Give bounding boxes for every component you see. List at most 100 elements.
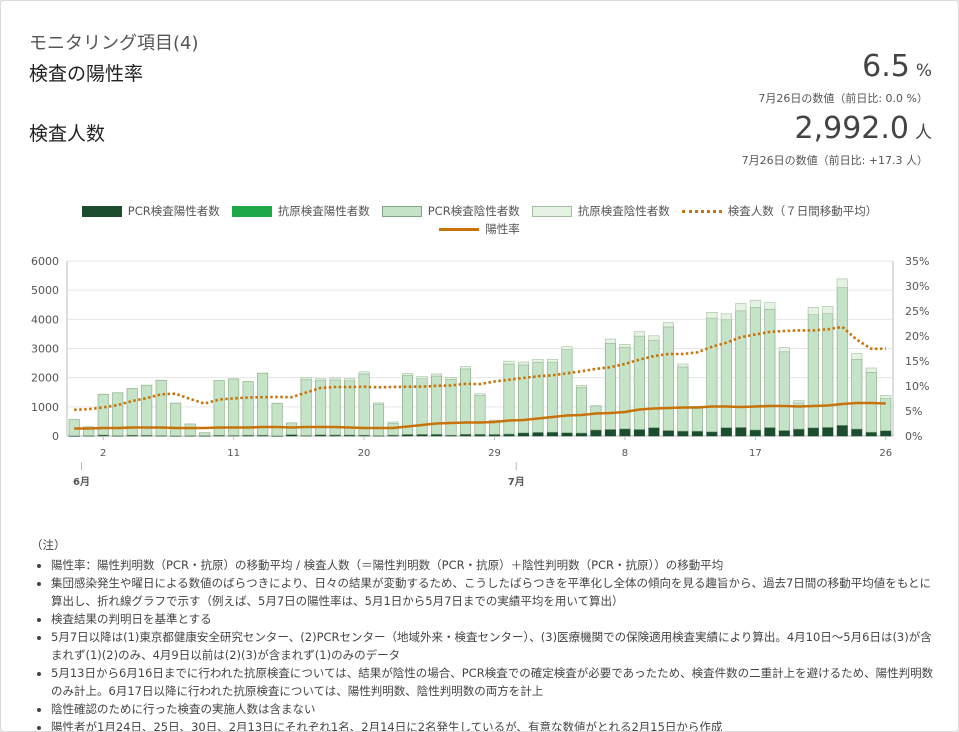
legend-label: PCR検査陽性者数 <box>127 204 220 218</box>
x-tick-label: 26 <box>879 448 892 459</box>
bar-pcr-positive <box>764 427 776 437</box>
x-tick-label: 17 <box>749 448 762 459</box>
bar-antigen-negative <box>532 359 544 363</box>
bar-antigen-negative <box>503 360 515 365</box>
legend-item-pcr-positive[interactable]: PCR検査陽性者数 <box>81 203 220 219</box>
bar-antigen-negative <box>373 402 385 405</box>
y-left-tick-label: 6000 <box>31 255 59 268</box>
bar-antigen-negative <box>764 302 776 310</box>
legend-item-antigen-negative[interactable]: 抗原検査陰性者数 <box>531 203 670 219</box>
bar-pcr-positive <box>633 429 645 437</box>
bar-pcr-negative <box>474 395 486 435</box>
bar-antigen-negative <box>822 306 834 314</box>
y-right-tick-label: 30% <box>905 280 929 293</box>
y-left-tick-label: 4000 <box>31 313 59 326</box>
note-item: 検査結果の判明日を基準とする <box>51 610 936 628</box>
bar-antigen-negative <box>431 373 443 377</box>
bar-pcr-positive <box>880 430 892 437</box>
bar-pcr-negative <box>199 432 211 436</box>
bar-pcr-positive <box>749 429 761 437</box>
x-tick-label: 8 <box>622 448 628 459</box>
legend-label: 陽性率 <box>485 222 520 236</box>
note-item: 5月7日以降は(1)東京都健康安全研究センター、(2)PCRセンター（地域外来・… <box>51 628 936 664</box>
y-left-tick-label: 2000 <box>31 372 59 385</box>
bar-pcr-negative <box>532 362 544 433</box>
y-left-tick-label: 0 <box>52 430 59 443</box>
pcr-positive-swatch <box>81 205 122 217</box>
bar-antigen-negative <box>604 338 616 344</box>
bar-pcr-positive <box>619 428 631 437</box>
bar-pcr-positive <box>604 429 616 437</box>
bar-antigen-negative <box>778 347 790 353</box>
y-right-tick-label: 20% <box>905 330 929 343</box>
bar-antigen-negative <box>315 378 327 381</box>
dotted-line-swatch <box>681 209 722 213</box>
note-item: 5月13日から6月16日までに行われた抗原検査については、結果が陰性の場合、PC… <box>51 664 936 700</box>
bar-pcr-positive <box>590 429 602 437</box>
bar-pcr-negative <box>851 359 863 430</box>
legend-label: 抗原検査陰性者数 <box>577 204 670 218</box>
positive-rate-number: 6.5 <box>862 49 910 84</box>
bar-pcr-negative <box>170 402 182 437</box>
bar-pcr-negative <box>503 363 515 435</box>
bar-antigen-negative <box>590 405 602 407</box>
bar-pcr-positive <box>575 432 587 437</box>
bar-pcr-positive <box>793 428 805 437</box>
bar-pcr-positive <box>648 427 660 437</box>
bar-antigen-negative <box>546 358 558 363</box>
legend-label: 検査人数（７日間移動平均） <box>727 204 878 218</box>
tests-number: 2,992.0 <box>794 111 909 146</box>
x-tick-label: 29 <box>488 448 501 459</box>
bar-pcr-negative <box>648 339 660 428</box>
x-tick-label: 11 <box>227 448 240 459</box>
positive-rate-chart: 0 1000 2000 3000 4000 5000 6000 0% 5% 10% 15% 20% 25… <box>31 255 929 488</box>
tests-title: 検査人数 <box>29 123 106 145</box>
tests-value: 2,992.0 人 <box>794 111 932 146</box>
bar-pcr-negative <box>271 402 283 437</box>
legend-item-pcr-negative[interactable]: PCR検査陰性者数 <box>381 203 520 219</box>
bar-antigen-negative <box>865 367 877 373</box>
bar-pcr-negative <box>546 361 558 433</box>
bar-antigen-negative <box>793 400 805 404</box>
legend-label: 抗原検査陽性者数 <box>277 204 370 218</box>
bar-antigen-negative <box>749 299 761 308</box>
y-left-tick-label: 3000 <box>31 343 59 356</box>
chart-legend: PCR検査陽性者数 抗原検査陽性者数 PCR検査陰性者数 抗原検査陰性者数 検査… <box>1 202 958 238</box>
bar-pcr-negative <box>575 386 587 434</box>
note-item: 陰性確認のために行った検査の実施人数は含まない <box>51 700 936 718</box>
legend-item-test-average[interactable]: 検査人数（７日間移動平均） <box>681 203 878 219</box>
bar-antigen-negative <box>720 313 732 321</box>
bar-pcr-positive <box>865 431 877 437</box>
positive-rate-title: 検査の陽性率 <box>29 63 144 85</box>
bar-pcr-positive <box>517 432 529 437</box>
bar-pcr-negative <box>764 309 776 428</box>
tests-note: 7月26日の数値（前日比: +17.3 人） <box>741 154 928 167</box>
solid-line-swatch <box>439 227 480 231</box>
legend-item-positive-rate[interactable]: 陽性率 <box>439 221 520 237</box>
legend-item-antigen-positive[interactable]: 抗原検査陽性者数 <box>231 203 370 219</box>
y-right-tick-label: 10% <box>905 380 929 393</box>
bar-antigen-negative <box>851 353 863 360</box>
notes-title: （注） <box>31 538 66 552</box>
notes-section: （注） 陽性率：陽性判明数（PCR・抗原）の移動平均 / 検査人数（＝陽性判明数… <box>31 536 936 731</box>
y-right-tick-label: 25% <box>905 305 929 318</box>
bar-pcr-positive <box>735 427 747 437</box>
bar-pcr-negative <box>619 346 631 430</box>
bar-pcr-negative <box>662 326 674 431</box>
bar-pcr-negative <box>358 373 370 436</box>
bar-antigen-negative <box>358 371 370 375</box>
bar-pcr-positive <box>546 431 558 437</box>
bar-antigen-negative <box>517 361 529 366</box>
bar-pcr-negative <box>778 351 790 431</box>
bar-antigen-negative <box>445 377 457 380</box>
bar-antigen-negative <box>300 377 312 380</box>
bar-pcr-negative <box>706 317 718 433</box>
bar-antigen-negative <box>619 344 631 348</box>
bar-pcr-positive <box>532 432 544 437</box>
bar-antigen-negative <box>836 278 848 288</box>
y-right-tick-label: 5% <box>905 405 922 418</box>
bar-pcr-positive <box>561 432 573 437</box>
month-label: 6月 <box>73 476 90 488</box>
notes-list: 陽性率：陽性判明数（PCR・抗原）の移動平均 / 検査人数（＝陽性判明数（PCR… <box>31 556 936 731</box>
bar-pcr-positive <box>807 427 819 437</box>
